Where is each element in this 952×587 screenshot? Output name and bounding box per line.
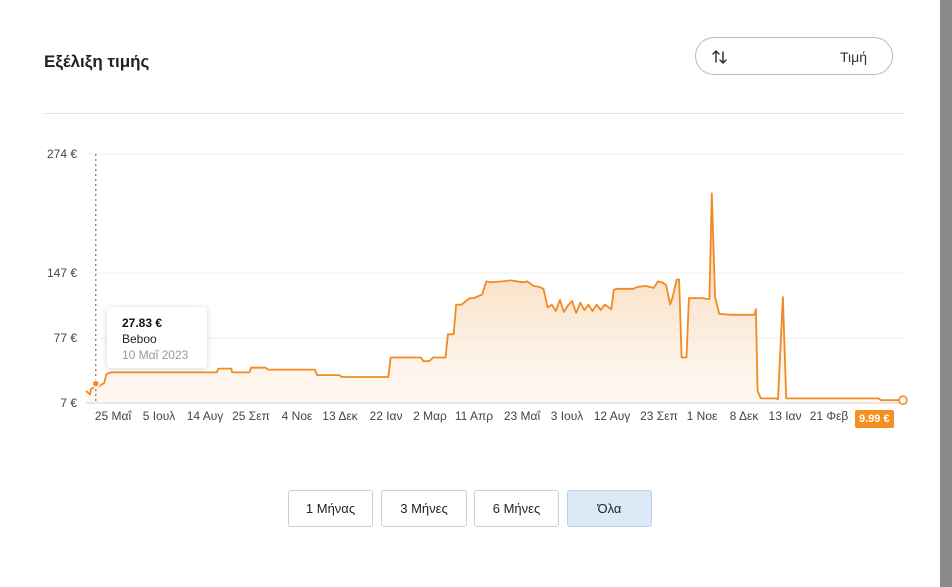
price-chart[interactable]: 7 € 77 € 147 € 274 € 25 Μαΐ 5 Ιουλ 14 Αυγ 25 Σ…	[0, 140, 940, 440]
range-3-months-button[interactable]: 3 Μήνες	[381, 490, 467, 527]
x-tick-label: 25 Σεπ	[232, 409, 270, 423]
range-all-button[interactable]: Όλα	[567, 490, 652, 527]
sort-arrows-icon	[712, 50, 727, 64]
x-tick-label: 23 Μαΐ	[504, 409, 542, 423]
range-1-month-button[interactable]: 1 Μήνας	[288, 490, 373, 527]
x-tick-label: 12 Αυγ	[594, 409, 631, 423]
highlight-point	[91, 379, 101, 388]
tooltip-shop: Beboo	[122, 332, 157, 346]
y-tick-label: 7 €	[60, 396, 77, 410]
x-tick-label: 2 Μαρ	[413, 409, 447, 423]
x-tick-label: 4 Νοε	[282, 409, 313, 423]
sort-label: Τιμή	[840, 49, 867, 65]
tooltip-date: 10 Μαΐ 2023	[122, 348, 189, 362]
x-tick-label: 25 Μαΐ	[95, 409, 133, 423]
x-tick-label: 8 Δεκ	[730, 409, 760, 423]
x-tick-label: 22 Ιαν	[370, 409, 403, 423]
price-tooltip: 27.83 € Beboo 10 Μαΐ 2023	[107, 307, 207, 368]
x-tick-label: 5 Ιουλ	[143, 409, 176, 423]
x-tick-label: 21 Φεβ	[810, 409, 849, 423]
y-tick-label: 147 €	[47, 266, 77, 280]
x-tick-label: 1 Νοε	[687, 409, 718, 423]
x-tick-label: 14 Αυγ	[187, 409, 224, 423]
x-tick-label: 3 Ιουλ	[551, 409, 584, 423]
x-tick-label: 11 Απρ	[455, 409, 493, 423]
x-tick-label: 23 Σεπ	[640, 409, 678, 423]
last-price-badge: 9.99 €	[855, 410, 894, 428]
divider	[44, 113, 904, 114]
last-price-point	[898, 395, 908, 406]
y-tick-label: 274 €	[47, 147, 77, 161]
x-tick-label: 13 Ιαν	[769, 409, 802, 423]
page-title: Εξέλιξη τιμής	[44, 52, 150, 71]
sort-button[interactable]: Τιμή	[695, 37, 893, 75]
y-tick-label: 77 €	[54, 331, 78, 345]
x-tick-label: 13 Δεκ	[322, 409, 358, 423]
range-6-months-button[interactable]: 6 Μήνες	[474, 490, 559, 527]
tooltip-price: 27.83 €	[122, 316, 163, 330]
price-history-card: Εξέλιξη τιμής Τιμή 7 € 77 € 147 € 274 € 25 …	[0, 0, 940, 587]
